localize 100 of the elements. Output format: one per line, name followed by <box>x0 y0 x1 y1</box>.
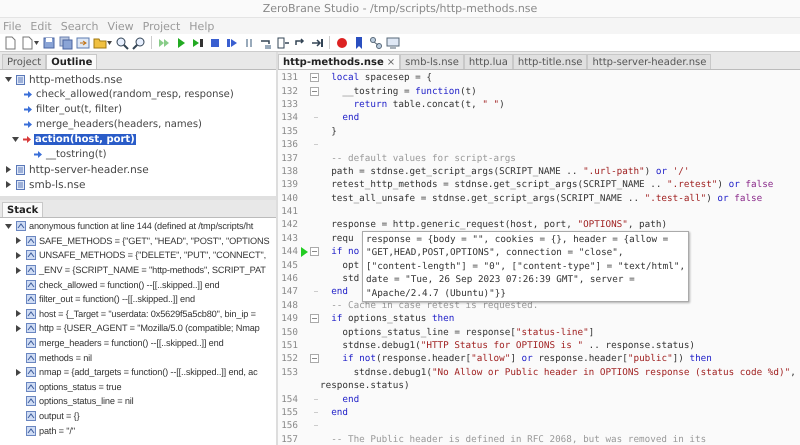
line-number: 134 <box>280 112 298 124</box>
stack-item[interactable]: SAFE_METHODS = {"GET", "HEAD", "POST", "OPTIONS <box>39 236 270 246</box>
line-number: 157 <box>280 434 298 445</box>
code-line: response = http.generic_request(host, port, "OPTIONS", path) <box>330 219 668 230</box>
line-number: 153 <box>280 366 298 378</box>
expander-icon[interactable] <box>14 324 23 333</box>
line-number: 155 <box>280 406 298 418</box>
stack-item[interactable]: _ENV = {SCRIPT_NAME = "http-methods", SCRIPT_PAT <box>39 265 266 276</box>
editor-tab[interactable]: http-title.nse <box>512 54 588 69</box>
expander-icon[interactable] <box>14 309 23 318</box>
expander-icon[interactable] <box>14 236 23 246</box>
variable-icon <box>26 308 36 319</box>
expander-icon[interactable] <box>14 250 23 260</box>
outline-function-node[interactable]: __tostring(t) <box>45 149 108 160</box>
line-number: 142 <box>280 219 298 230</box>
stack-item[interactable]: output = {} <box>39 411 80 422</box>
variable-icon <box>26 236 36 246</box>
editor-tab[interactable]: http.lua <box>464 54 513 69</box>
breakpoint-icon[interactable] <box>335 36 349 50</box>
outline-function-node[interactable]: action(host, port) <box>34 134 136 145</box>
variable-icon <box>26 338 36 348</box>
line-number: 146 <box>280 273 298 284</box>
fold-toggle-icon[interactable] <box>310 247 318 256</box>
editor-tab[interactable]: http-methods.nse × <box>278 54 400 69</box>
line-number: 145 <box>280 260 298 271</box>
save-icon[interactable] <box>42 36 56 50</box>
outline-script-node[interactable]: http-server-header.nse <box>28 164 150 176</box>
line-number: 132 <box>280 86 298 97</box>
stack-item[interactable]: options_status = true <box>39 382 122 392</box>
code-line: stdnse.debug1("HTTP Status for OPTIONS is " .. response.status) <box>341 340 696 351</box>
editor-tab[interactable]: http-server-header.nse <box>587 54 712 69</box>
outline-script-node[interactable]: http-methods.nse <box>28 74 124 86</box>
variable-icon <box>26 294 36 304</box>
search-icon[interactable] <box>115 36 129 50</box>
stack-item[interactable]: methods = nil <box>39 352 92 363</box>
line-number: 141 <box>280 206 298 218</box>
file-icon <box>16 74 25 84</box>
line-number: 139 <box>280 179 298 190</box>
variable-icon <box>26 367 36 378</box>
code-line: std <box>341 273 360 284</box>
stack-item[interactable]: filter_out = function() --[[..skipped..]] end <box>39 294 195 304</box>
expander-icon[interactable] <box>4 165 13 174</box>
line-number: 147 <box>280 286 298 298</box>
line-number: 144 <box>280 246 298 258</box>
stack-item[interactable]: options_status_line = nil <box>39 396 134 406</box>
line-number: 138 <box>280 166 298 177</box>
fold-toggle-icon[interactable] <box>310 86 318 96</box>
fold-toggle-icon[interactable] <box>310 73 318 82</box>
outline-function-node[interactable]: check_allowed(random_resp, response) <box>35 89 235 100</box>
variable-icon <box>26 426 36 436</box>
variable-icon <box>26 352 36 363</box>
line-number: 136 <box>280 139 298 150</box>
variable-icon <box>26 396 36 406</box>
stack-item[interactable]: nmap = {add_targets = function() --[[..skipped..]] end, ac <box>39 367 258 378</box>
line-number: 137 <box>280 152 298 164</box>
code-line: if no <box>330 246 360 258</box>
line-number: 143 <box>280 232 298 244</box>
file-icon <box>16 180 25 190</box>
stack-item[interactable]: path = "/" <box>39 426 75 436</box>
fold-toggle-icon[interactable] <box>310 314 318 324</box>
search-icon[interactable] <box>132 36 146 50</box>
variable-icon <box>26 323 36 334</box>
expander-icon[interactable] <box>4 75 13 84</box>
panel-tab[interactable]: Project <box>2 54 46 69</box>
variable-icon <box>16 221 26 232</box>
code-line: if not(response.header["allow"] or response.header["public"]) then <box>341 353 712 364</box>
outline-function-node[interactable]: filter_out(t, filter) <box>35 104 123 115</box>
network-icon[interactable] <box>369 36 383 50</box>
fold-toggle-icon[interactable] <box>310 354 318 364</box>
expander-icon[interactable] <box>4 180 13 189</box>
window-title: ZeroBrane Studio - /tmp/scripts/http-methods.nse <box>0 0 800 18</box>
expander-icon[interactable] <box>14 266 23 275</box>
expander-icon[interactable] <box>14 368 23 377</box>
panel-tab[interactable]: Outline <box>46 54 98 69</box>
code-line: end <box>341 394 360 405</box>
expander-icon[interactable] <box>11 135 20 144</box>
code-line: response.status) <box>320 380 410 392</box>
editor-tab[interactable]: smb-ls.nse <box>400 54 464 69</box>
outline-function-node[interactable]: merge_headers(headers, names) <box>35 119 203 130</box>
code-line: opt <box>341 260 360 271</box>
caret-icon[interactable] <box>34 40 39 44</box>
stack-item[interactable]: host = {_Target = "userdata: 0x5629f5a5cb80", bin_ip = <box>39 308 256 319</box>
monitor-icon[interactable] <box>386 36 400 50</box>
expander-icon[interactable] <box>4 222 13 231</box>
line-number: 156 <box>280 420 298 432</box>
window-icon[interactable] <box>76 36 90 50</box>
stack-item[interactable]: anonymous function at line 144 (defined at /tmp/scripts/ht <box>29 221 254 232</box>
code-line: __tostring = function(t) <box>341 86 477 97</box>
variable-icon <box>26 280 36 290</box>
stack-item[interactable]: http = {USER_AGENT = "Mozilla/5.0 (compatible; Nmap <box>39 323 260 334</box>
save-all-icon[interactable] <box>59 36 73 50</box>
stack-item[interactable]: check_allowed = function() --[[..skipped..]] end <box>39 280 220 290</box>
stack-item[interactable]: UNSAFE_METHODS = {"DELETE", "PUT", "CONNECT", <box>39 250 266 260</box>
panel-tab[interactable]: Stack <box>2 202 44 217</box>
outline-script-node[interactable]: smb-ls.nse <box>28 178 86 190</box>
code-line: local spacesep = { <box>330 72 432 84</box>
line-number: 151 <box>280 340 298 351</box>
step-out-icon[interactable] <box>276 36 290 50</box>
caret-icon[interactable] <box>107 40 112 44</box>
stack-item[interactable]: merge_headers = function() --[[..skipped..]] end <box>39 338 224 348</box>
